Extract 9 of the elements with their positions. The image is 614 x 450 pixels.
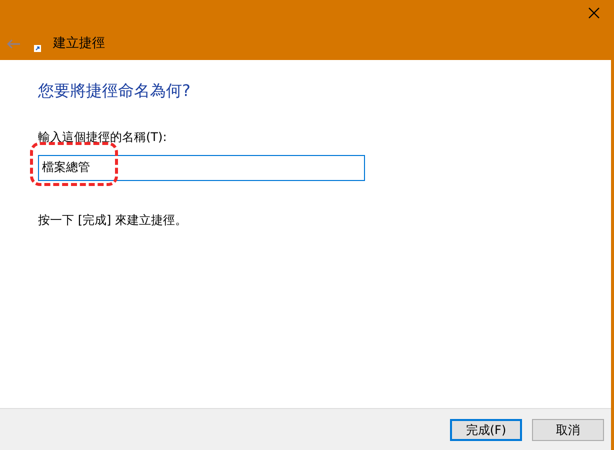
dialog-button[interactable]: 完成(F) xyxy=(450,418,522,440)
close-icon xyxy=(588,7,600,19)
window-title: 建立捷徑 xyxy=(53,35,105,54)
back-arrow-icon xyxy=(7,39,21,49)
name-input-field[interactable]: 檔案總管 xyxy=(38,154,365,180)
shortcut-icon xyxy=(34,44,41,52)
heading: 您要將捷徑命名為何? xyxy=(38,80,192,102)
dialog-button[interactable]: 取消 xyxy=(532,418,604,440)
hint-text: 按一下 [完成] 來建立捷徑。 xyxy=(38,212,188,228)
